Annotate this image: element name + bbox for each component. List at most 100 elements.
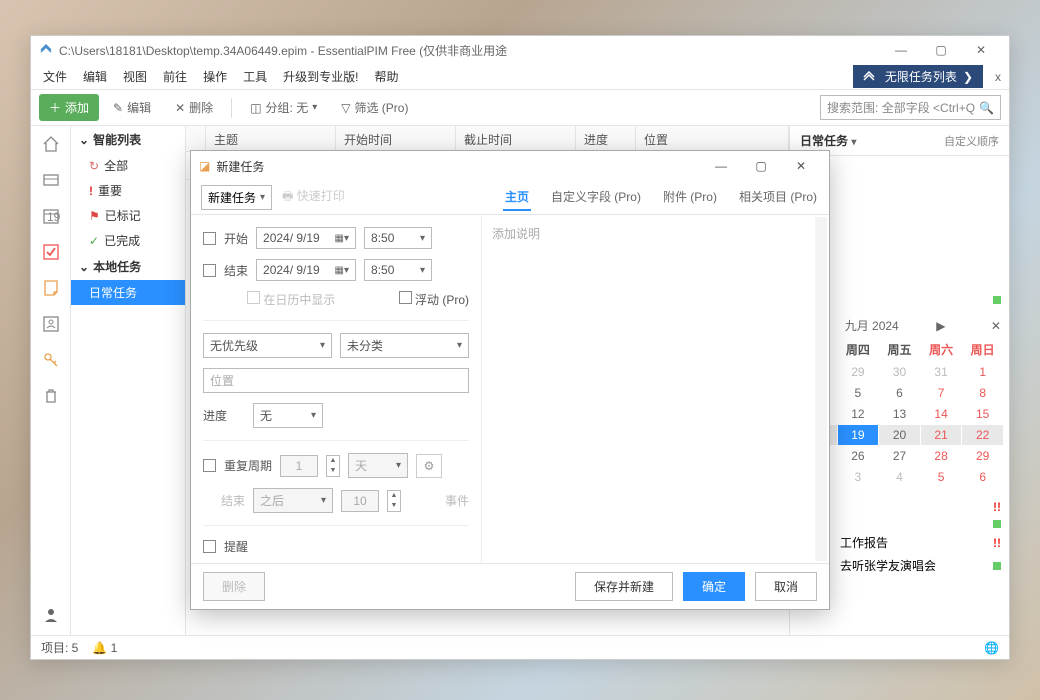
float-checkbox[interactable] bbox=[399, 291, 412, 304]
save-new-button[interactable]: 保存并新建 bbox=[575, 572, 673, 601]
titlebar: C:\Users\18181\Desktop\temp.34A06449.epi… bbox=[31, 36, 1009, 64]
end-time-input[interactable]: 8:50▾ bbox=[364, 259, 432, 281]
tab-related[interactable]: 相关项目 (Pro) bbox=[737, 184, 819, 211]
sidebar-item-all[interactable]: ↻全部 bbox=[71, 153, 185, 178]
banner-close[interactable]: x bbox=[991, 70, 1005, 84]
tab-custom[interactable]: 自定义字段 (Pro) bbox=[549, 184, 643, 211]
sidebar-item-important[interactable]: !重要 bbox=[71, 178, 185, 203]
start-date-input[interactable]: 2024/ 9/19▦▾ bbox=[256, 227, 356, 249]
repeat-end-select[interactable]: 之后▾ bbox=[253, 488, 333, 513]
calendar-icon: ▦▾ bbox=[335, 265, 349, 276]
menu-edit[interactable]: 编辑 bbox=[75, 65, 115, 88]
dialog-footer: 删除 保存并新建 确定 取消 bbox=[191, 563, 829, 609]
sidebar-smart-header[interactable]: ⌄智能列表 bbox=[71, 126, 185, 153]
search-placeholder: 搜索范围: 全部字段 <Ctrl+Q bbox=[827, 99, 975, 116]
cancel-button[interactable]: 取消 bbox=[755, 572, 817, 601]
repeat-settings[interactable]: ⚙ bbox=[416, 454, 442, 478]
icon-rail: 19 bbox=[31, 126, 71, 635]
description-area[interactable]: 添加说明 bbox=[481, 215, 829, 563]
remind-checkbox[interactable] bbox=[203, 540, 216, 553]
search-input[interactable]: 搜索范围: 全部字段 <Ctrl+Q 🔍 bbox=[820, 95, 1001, 120]
chevron-down-icon: ▾ bbox=[320, 340, 325, 351]
task-type-combo[interactable]: 新建任务▾ bbox=[201, 185, 272, 210]
dialog-maximize[interactable]: ▢ bbox=[741, 153, 781, 179]
print-button[interactable]: 🖶 快速打印 bbox=[282, 187, 345, 208]
cal-next[interactable]: ▶ bbox=[936, 319, 945, 333]
progress-select[interactable]: 无▾ bbox=[253, 403, 323, 428]
menu-action[interactable]: 操作 bbox=[195, 65, 235, 88]
end-checkbox[interactable] bbox=[203, 264, 216, 277]
maximize-button[interactable]: ▢ bbox=[921, 38, 961, 62]
sidebar-item-done[interactable]: ✓已完成 bbox=[71, 228, 185, 253]
custom-order[interactable]: 自定义顺序 bbox=[944, 133, 999, 149]
sidebar-item-flagged[interactable]: ⚑已标记 bbox=[71, 203, 185, 228]
tab-main[interactable]: 主页 bbox=[503, 184, 531, 211]
location-input[interactable]: 位置 bbox=[203, 368, 469, 393]
grid-col-location[interactable]: 位置 bbox=[636, 126, 789, 151]
start-checkbox[interactable] bbox=[203, 232, 216, 245]
cal-close[interactable]: ✕ bbox=[991, 319, 1001, 333]
grid-col-progress[interactable]: 进度 bbox=[576, 126, 636, 151]
menu-file[interactable]: 文件 bbox=[35, 65, 75, 88]
green-marker bbox=[993, 296, 1001, 304]
end-date-input[interactable]: 2024/ 9/19▦▾ bbox=[256, 259, 356, 281]
scrollbar[interactable] bbox=[815, 217, 827, 561]
start-time-input[interactable]: 8:50▾ bbox=[364, 227, 432, 249]
show-cal-checkbox[interactable] bbox=[247, 291, 260, 304]
sidebar-local-header[interactable]: ⌄本地任务 bbox=[71, 253, 185, 280]
repeat-count-input[interactable]: 10 bbox=[341, 490, 379, 512]
repeat-num-input[interactable]: 1 bbox=[280, 455, 318, 477]
add-button[interactable]: ＋添加 bbox=[39, 94, 99, 121]
menu-help[interactable]: 帮助 bbox=[366, 65, 406, 88]
dialog-minimize[interactable]: — bbox=[701, 153, 741, 179]
x-icon: ✕ bbox=[175, 101, 185, 115]
password-icon[interactable] bbox=[39, 348, 63, 372]
sidebar: ⌄智能列表 ↻全部 !重要 ⚑已标记 ✓已完成 ⌄本地任务 日常任务 bbox=[71, 126, 186, 635]
menu-view[interactable]: 视图 bbox=[115, 65, 155, 88]
calendar-icon[interactable]: 19 bbox=[39, 204, 63, 228]
menu-goto[interactable]: 前往 bbox=[155, 65, 195, 88]
promo-banner[interactable]: 无限任务列表 ❯ bbox=[853, 65, 983, 88]
repeat-count-spinner[interactable]: ▲▼ bbox=[387, 490, 401, 512]
contacts-icon[interactable] bbox=[39, 312, 63, 336]
menu-upgrade[interactable]: 升级到专业版! bbox=[275, 65, 366, 88]
close-button[interactable]: ✕ bbox=[961, 38, 1001, 62]
priority-select[interactable]: 无优先级▾ bbox=[203, 333, 332, 358]
events-label: 事件 bbox=[445, 492, 469, 509]
dialog-close[interactable]: ✕ bbox=[781, 153, 821, 179]
delete-button[interactable]: ✕删除 bbox=[165, 94, 223, 121]
plus-icon: ＋ bbox=[49, 99, 61, 116]
note-icon[interactable] bbox=[39, 276, 63, 300]
menu-tools[interactable]: 工具 bbox=[235, 65, 275, 88]
filter-button[interactable]: ▽筛选 (Pro) bbox=[331, 94, 418, 121]
delete-button[interactable]: 删除 bbox=[203, 572, 265, 601]
group-button[interactable]: ◫分组: 无▾ bbox=[240, 94, 327, 121]
bell-icon[interactable]: 🔔 1 bbox=[92, 641, 117, 655]
repeat-checkbox[interactable] bbox=[203, 459, 216, 472]
user-icon[interactable] bbox=[39, 603, 63, 627]
tasks-icon[interactable] bbox=[39, 240, 63, 264]
grid-col-subject[interactable]: 主题 bbox=[206, 126, 336, 151]
repeat-unit-select[interactable]: 天▾ bbox=[348, 453, 408, 478]
grid-col-end[interactable]: 截止时间 bbox=[456, 126, 576, 151]
sidebar-item-daily[interactable]: 日常任务 bbox=[71, 280, 185, 305]
dialog-titlebar: ◪新建任务 — ▢ ✕ bbox=[191, 151, 829, 181]
grid-col-marker[interactable] bbox=[186, 126, 206, 151]
check-icon: ✓ bbox=[89, 234, 99, 248]
svg-text:19: 19 bbox=[47, 210, 61, 224]
grid-col-start[interactable]: 开始时间 bbox=[336, 126, 456, 151]
ok-button[interactable]: 确定 bbox=[683, 572, 745, 601]
tab-attach[interactable]: 附件 (Pro) bbox=[661, 184, 719, 211]
card-icon[interactable] bbox=[39, 168, 63, 192]
minimize-button[interactable]: — bbox=[881, 38, 921, 62]
repeat-num-spinner[interactable]: ▲▼ bbox=[326, 455, 340, 477]
home-icon[interactable] bbox=[39, 132, 63, 156]
trash-icon[interactable] bbox=[39, 384, 63, 408]
globe-icon[interactable]: 🌐 bbox=[984, 641, 999, 655]
right-panel-title[interactable]: 日常任务 ▾ bbox=[800, 132, 856, 149]
dialog-toolbar: 新建任务▾ 🖶 快速打印 主页 自定义字段 (Pro) 附件 (Pro) 相关项… bbox=[191, 181, 829, 215]
category-select[interactable]: 未分类▾ bbox=[340, 333, 469, 358]
edit-button[interactable]: ✎编辑 bbox=[103, 94, 161, 121]
progress-label: 进度 bbox=[203, 407, 227, 424]
green-marker bbox=[993, 562, 1001, 570]
